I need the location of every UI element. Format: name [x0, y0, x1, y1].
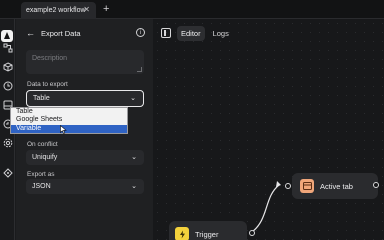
chevron-down-icon: ⌄: [131, 154, 137, 161]
settings-icon[interactable]: [2, 137, 13, 148]
package-icon[interactable]: [2, 61, 13, 72]
tab-icon: [300, 179, 314, 193]
node-trigger[interactable]: Trigger: [169, 221, 247, 240]
back-arrow-icon[interactable]: ←: [26, 28, 35, 38]
close-icon[interactable]: ✕: [83, 5, 90, 14]
workflow-icon[interactable]: [2, 42, 13, 53]
data-to-export-label: Data to export: [27, 81, 68, 88]
node-name: Active tab: [320, 181, 353, 191]
data-to-export-select[interactable]: Table ⌄: [26, 90, 144, 107]
chevron-down-icon: ⌄: [131, 183, 137, 190]
connection-line: [251, 181, 281, 233]
input-port[interactable]: [285, 183, 291, 189]
panel-title: Export Data: [41, 28, 81, 38]
mouse-cursor-icon: [60, 125, 67, 134]
option-variable[interactable]: Variable: [11, 124, 127, 133]
tab-title: example2 workflow: [26, 7, 86, 14]
logo-icon[interactable]: [1, 30, 13, 42]
chevron-down-icon: ⌄: [130, 95, 136, 102]
info-icon[interactable]: i: [136, 28, 145, 37]
option-google-sheets[interactable]: Google Sheets: [11, 116, 127, 124]
lightning-icon: [175, 227, 189, 240]
tab-example2-workflow[interactable]: example2 workflow ✕: [21, 2, 96, 19]
on-conflict-label: On conflict: [27, 141, 58, 148]
title-bar: example2 workflow ✕ +: [0, 0, 384, 19]
node-name: Trigger: [195, 229, 219, 239]
workflow-canvas[interactable]: Editor Logs Active tab Trigger: [153, 19, 384, 240]
on-conflict-select[interactable]: Uniquify ⌄: [26, 150, 144, 165]
output-port[interactable]: [249, 230, 255, 236]
export-as-select[interactable]: JSON ⌄: [26, 179, 144, 194]
description-textarea[interactable]: Description: [26, 50, 144, 74]
data-to-export-value: Table: [33, 95, 50, 102]
option-table[interactable]: Table: [11, 108, 127, 116]
new-tab-button[interactable]: +: [103, 2, 109, 16]
output-port[interactable]: [373, 182, 379, 188]
history-icon[interactable]: [2, 80, 13, 91]
node-active-tab[interactable]: Active tab: [292, 173, 378, 199]
data-to-export-options: Table Google Sheets Variable: [10, 107, 128, 134]
export-as-value: JSON: [32, 183, 51, 190]
on-conflict-value: Uniquify: [32, 154, 58, 161]
panel-header: ← Export Data: [26, 28, 81, 38]
export-as-label: Export as: [27, 171, 55, 178]
about-icon[interactable]: [2, 167, 13, 178]
